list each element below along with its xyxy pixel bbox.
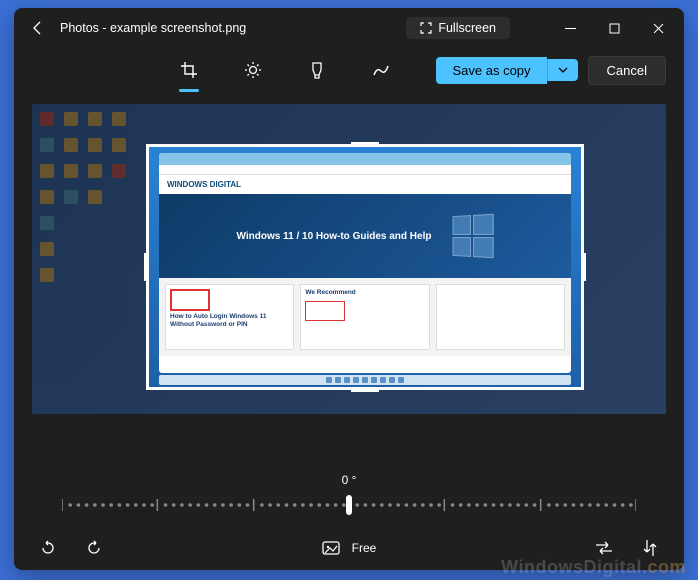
- watermark: WindowsDigital.com: [501, 557, 686, 578]
- cancel-button[interactable]: Cancel: [588, 56, 666, 85]
- crop-icon: [180, 61, 198, 79]
- rotation-thumb[interactable]: [346, 495, 352, 515]
- minimize-button[interactable]: [548, 8, 592, 48]
- aspect-label: Free: [352, 541, 377, 555]
- brightness-icon: [244, 61, 262, 79]
- rotate-cw-icon: [85, 539, 103, 557]
- chevron-down-icon: [558, 65, 568, 75]
- adjust-tool[interactable]: [235, 52, 271, 88]
- markup-tool[interactable]: [363, 52, 399, 88]
- rotate-cw-button[interactable]: [78, 532, 110, 564]
- fullscreen-button[interactable]: Fullscreen: [406, 17, 510, 39]
- titlebar: Photos - example screenshot.png Fullscre…: [14, 8, 684, 48]
- rotation-control: 0 °: [14, 462, 684, 526]
- save-dropdown[interactable]: [547, 59, 578, 81]
- draw-icon: [372, 61, 390, 79]
- rotate-ccw-button[interactable]: [32, 532, 64, 564]
- window-title: Photos - example screenshot.png: [58, 21, 246, 35]
- filter-tool[interactable]: [299, 52, 335, 88]
- crop-handle-bottom[interactable]: [351, 387, 379, 392]
- maximize-button[interactable]: [592, 8, 636, 48]
- site-logo: WINDOWS DIGITAL: [159, 175, 571, 194]
- app-name: Photos: [60, 21, 99, 35]
- fullscreen-label: Fullscreen: [438, 21, 496, 35]
- app-window: Photos - example screenshot.png Fullscre…: [14, 8, 684, 570]
- crop-tool[interactable]: [171, 52, 207, 88]
- aspect-ratio-button[interactable]: Free: [322, 532, 377, 564]
- flip-h-icon: [595, 541, 613, 555]
- crop-preview: WINDOWS DIGITAL Windows 11 / 10 How-to G…: [149, 147, 581, 387]
- rotation-value: 0 °: [342, 473, 357, 487]
- back-button[interactable]: [18, 8, 58, 48]
- marker-icon: [309, 61, 325, 79]
- card2-title: We Recommend: [305, 289, 424, 297]
- canvas-area: WINDOWS DIGITAL Windows 11 / 10 How-to G…: [14, 100, 684, 462]
- crop-selection[interactable]: WINDOWS DIGITAL Windows 11 / 10 How-to G…: [146, 144, 584, 390]
- rotation-slider[interactable]: [62, 495, 636, 515]
- file-name: example screenshot.png: [110, 21, 246, 35]
- rotate-ccw-icon: [39, 539, 57, 557]
- crop-handle-right[interactable]: [581, 253, 586, 281]
- close-button[interactable]: [636, 8, 680, 48]
- edit-toolbar: Save as copy Cancel: [14, 48, 684, 100]
- hero-text: Windows 11 / 10 How-to Guides and Help: [237, 231, 432, 242]
- fullscreen-icon: [420, 22, 432, 34]
- card1-title: How to Auto Login Windows 11 Without Pas…: [170, 313, 289, 329]
- save-as-copy-button[interactable]: Save as copy: [436, 57, 546, 84]
- flip-v-icon: [643, 539, 657, 557]
- aspect-icon: [322, 540, 340, 556]
